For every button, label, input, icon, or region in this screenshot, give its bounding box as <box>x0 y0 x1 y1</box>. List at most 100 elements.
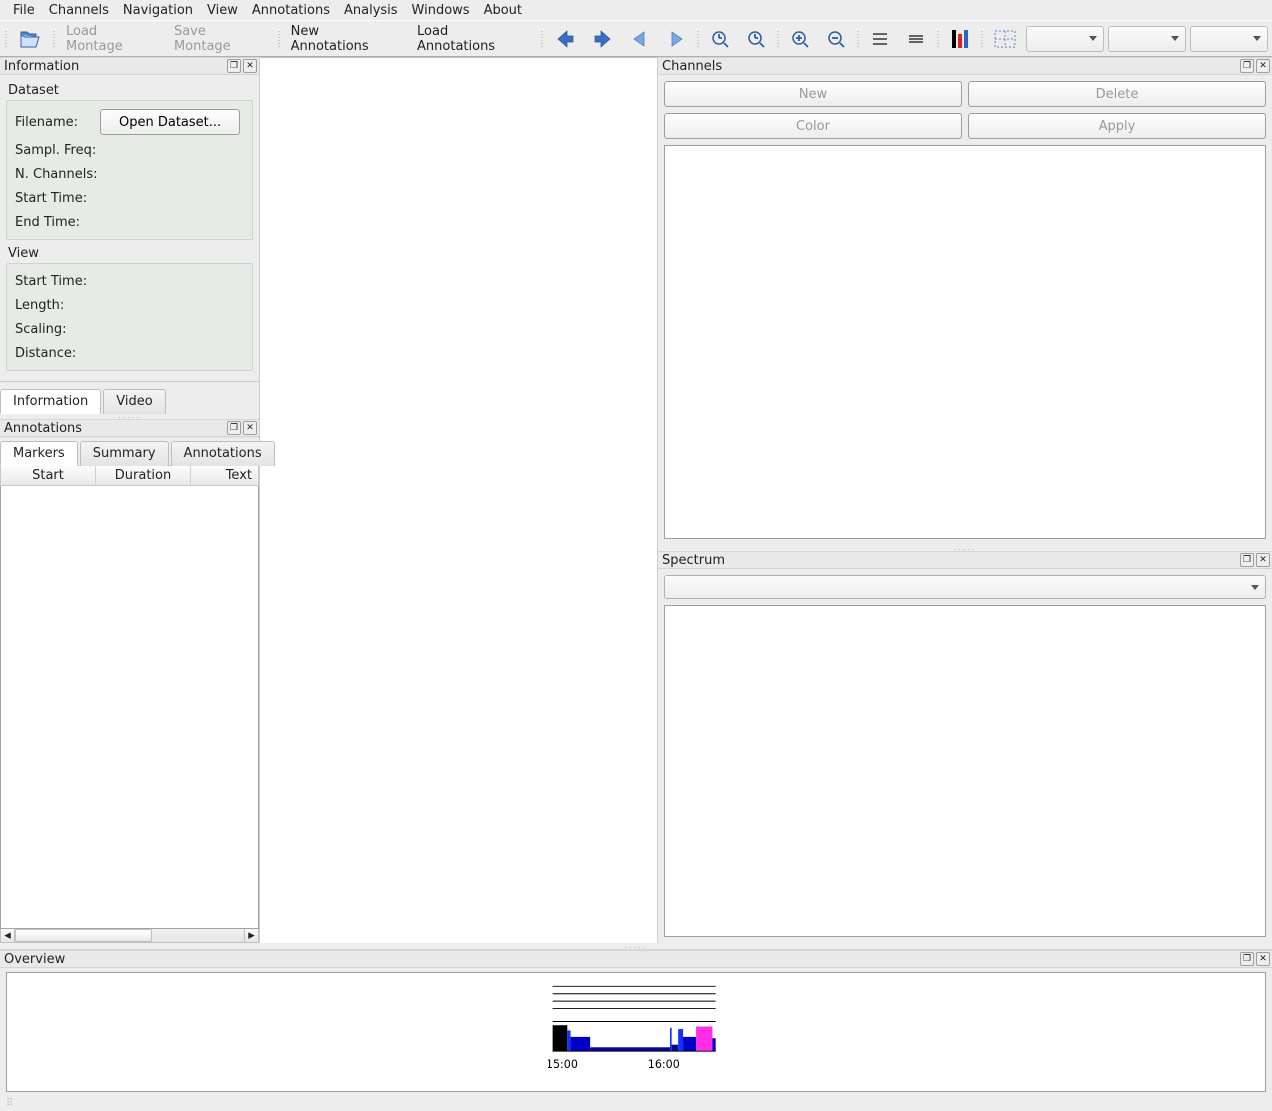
toolbar-separator <box>856 29 860 49</box>
channels-color-button[interactable]: Color <box>664 113 962 139</box>
resize-grip-icon[interactable]: ⠿ <box>0 1096 1272 1111</box>
zoom-in-icon <box>790 29 810 49</box>
detach-icon[interactable]: ❐ <box>1240 59 1254 73</box>
detach-icon[interactable]: ❐ <box>227 59 241 73</box>
annot-hscrollbar[interactable]: ◂ ▸ <box>0 929 259 943</box>
view-scaling-label: Scaling: <box>15 322 100 337</box>
close-icon[interactable]: ✕ <box>1256 952 1270 966</box>
close-icon[interactable]: ✕ <box>243 421 257 435</box>
view-start-time-label: Start Time: <box>15 274 100 289</box>
spectrum-canvas[interactable] <box>664 605 1266 937</box>
zoom-out-time-button[interactable] <box>740 26 772 52</box>
page-back-button[interactable] <box>548 26 582 52</box>
load-annotations-button[interactable]: Load Annotations <box>411 26 536 52</box>
menu-view[interactable]: View <box>200 1 245 20</box>
toolbar-separator <box>52 29 56 49</box>
step-back-button[interactable] <box>624 26 656 52</box>
zoom-out-clock-icon <box>746 29 766 49</box>
scroll-right-icon[interactable]: ▸ <box>244 929 258 942</box>
overview-tick-0: 15:00 <box>548 1058 578 1071</box>
menu-file[interactable]: File <box>6 1 42 20</box>
info-tabs: Information Video <box>0 381 259 413</box>
tab-annotations-sub[interactable]: Annotations <box>171 441 275 466</box>
information-panel-header: Information ❐ ✕ <box>0 57 259 75</box>
arrow-left-bold-icon <box>554 28 576 50</box>
zoom-in-amp-button[interactable] <box>784 26 816 52</box>
sampl-freq-label: Sampl. Freq: <box>15 143 100 158</box>
dataset-section-label: Dataset <box>8 83 251 98</box>
col-start[interactable]: Start <box>1 466 96 485</box>
tab-video[interactable]: Video <box>103 389 165 414</box>
toolbar-separator <box>980 29 984 49</box>
channels-list[interactable] <box>664 145 1266 539</box>
scrollbar-thumb[interactable] <box>15 929 152 942</box>
close-icon[interactable]: ✕ <box>1256 59 1270 73</box>
chevron-down-icon <box>1251 585 1259 590</box>
information-panel-body: Dataset Filename: Open Dataset... Sampl.… <box>0 75 259 381</box>
detach-icon[interactable]: ❐ <box>1240 553 1254 567</box>
menu-channels[interactable]: Channels <box>42 1 116 20</box>
tab-information[interactable]: Information <box>0 389 101 414</box>
grid-icon <box>994 30 1016 48</box>
marker-palette-button[interactable] <box>944 26 976 52</box>
end-time-label: End Time: <box>15 215 100 230</box>
menu-analysis[interactable]: Analysis <box>337 1 405 20</box>
channels-new-button[interactable]: New <box>664 81 962 107</box>
information-panel-title: Information <box>4 59 225 74</box>
filename-label: Filename: <box>15 115 100 130</box>
marker-bar-icon <box>950 28 970 50</box>
zoom-in-clock-icon <box>710 29 730 49</box>
detach-icon[interactable]: ❐ <box>1240 952 1254 966</box>
menu-navigation[interactable]: Navigation <box>116 1 200 20</box>
step-forward-button[interactable] <box>660 26 692 52</box>
open-file-button[interactable] <box>12 26 48 52</box>
scrollbar-track[interactable] <box>15 929 244 942</box>
overview-canvas[interactable]: 15:00 16:00 <box>6 972 1266 1092</box>
spacing-decrease-button[interactable] <box>900 26 932 52</box>
view-length-label: Length: <box>15 298 100 313</box>
tab-markers[interactable]: Markers <box>0 441 78 466</box>
zoom-out-amp-button[interactable] <box>820 26 852 52</box>
menu-annotations[interactable]: Annotations <box>245 1 337 20</box>
page-forward-button[interactable] <box>586 26 620 52</box>
menubar: File Channels Navigation View Annotation… <box>0 0 1272 20</box>
overview-chart: 15:00 16:00 <box>548 973 724 1083</box>
scroll-left-icon[interactable]: ◂ <box>1 929 15 942</box>
save-montage-button[interactable]: Save Montage <box>168 26 273 52</box>
load-montage-button[interactable]: Load Montage <box>60 26 164 52</box>
channels-panel-title: Channels <box>662 59 1238 74</box>
tab-summary[interactable]: Summary <box>80 441 169 466</box>
toolbar-separator <box>277 29 281 49</box>
close-icon[interactable]: ✕ <box>243 59 257 73</box>
channels-delete-button[interactable]: Delete <box>968 81 1266 107</box>
zoom-out-icon <box>826 29 846 49</box>
detach-icon[interactable]: ❐ <box>227 421 241 435</box>
channels-apply-button[interactable]: Apply <box>968 113 1266 139</box>
annot-table-body[interactable] <box>0 486 259 929</box>
grid-button[interactable] <box>988 26 1022 52</box>
annot-tabs: Markers Summary Annotations <box>0 437 259 465</box>
chevron-down-icon <box>1089 36 1097 41</box>
spectrum-channel-combo[interactable] <box>664 575 1266 599</box>
new-annotations-button[interactable]: New Annotations <box>285 26 407 52</box>
combo-3[interactable] <box>1190 26 1268 52</box>
toolbar-separator <box>696 29 700 49</box>
toolbar: Load Montage Save Montage New Annotation… <box>0 20 1272 57</box>
toolbar-separator <box>936 29 940 49</box>
spacing-increase-button[interactable] <box>864 26 896 52</box>
col-duration[interactable]: Duration <box>96 466 191 485</box>
channels-panel-body: New Delete Color Apply <box>658 75 1272 545</box>
close-icon[interactable]: ✕ <box>1256 553 1270 567</box>
channels-panel-header: Channels ❐ ✕ <box>658 57 1272 75</box>
overview-panel-header: Overview ❐ ✕ <box>0 950 1272 968</box>
combo-2[interactable] <box>1108 26 1186 52</box>
combo-1[interactable] <box>1026 26 1104 52</box>
zoom-in-time-button[interactable] <box>704 26 736 52</box>
menu-windows[interactable]: Windows <box>405 1 477 20</box>
signal-canvas[interactable] <box>260 57 658 943</box>
open-dataset-button[interactable]: Open Dataset... <box>100 109 240 135</box>
folder-open-icon <box>18 27 42 51</box>
menu-about[interactable]: About <box>477 1 529 20</box>
col-text[interactable]: Text <box>191 466 258 485</box>
toolbar-separator <box>540 29 544 49</box>
